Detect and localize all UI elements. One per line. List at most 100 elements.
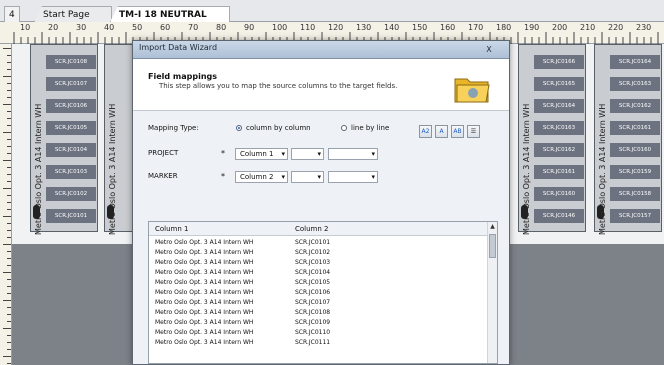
list-view-icon[interactable]: ☰ (467, 125, 480, 138)
radio-line-by-line[interactable] (341, 125, 347, 131)
grid-cell: SCR.JC0109 (295, 319, 331, 326)
label-strip[interactable]: Metro Oslo Opt. 3 A14 Intern WH SCR.JC01… (30, 44, 98, 235)
grid-cell: Metro Oslo Opt. 3 A14 Intern WH (155, 329, 254, 336)
chevron-down-icon: ▾ (317, 150, 321, 158)
label-cell[interactable]: SCR.JC0161 (534, 165, 584, 179)
label-cell[interactable]: SCR.JC0165 (534, 77, 584, 91)
label-cell[interactable]: SCR.JC0163 (610, 77, 660, 91)
chevron-down-icon: ▾ (317, 173, 321, 181)
label-strip[interactable]: Metro Oslo Opt. 3 A14 Intern WH SCR.JC01… (594, 44, 662, 235)
label-cell[interactable]: SCR.JC0146 (534, 209, 584, 223)
label-cell[interactable]: SCR.JC0106 (46, 99, 96, 113)
dialog-titlebar[interactable]: Import Data Wizard X (133, 41, 509, 59)
ruler-tick (7, 258, 11, 259)
label-cell[interactable]: SCR.JC0105 (46, 121, 96, 135)
label-cell[interactable]: SCR.JC0158 (610, 187, 660, 201)
ruler-number: 220 (608, 23, 624, 32)
grid-row[interactable]: Metro Oslo Opt. 3 A14 Intern WH SCR.JC010… (149, 309, 469, 318)
project-source-combo[interactable]: Column 1 ▾ (235, 148, 288, 160)
project-function-combo[interactable]: ▾ (291, 148, 324, 160)
required-marker: * (221, 149, 225, 158)
label-cell[interactable]: SCR.JC0162 (534, 143, 584, 157)
label-cell[interactable]: SCR.JC0162 (610, 99, 660, 113)
label-cell[interactable]: SCR.JC0107 (46, 77, 96, 91)
required-marker: * (221, 172, 225, 181)
grid-row[interactable]: Metro Oslo Opt. 3 A14 Intern WH SCR.JC010… (149, 319, 469, 328)
connector-icon (597, 205, 604, 219)
grid-row[interactable]: Metro Oslo Opt. 3 A14 Intern WH SCR.JC010… (149, 249, 469, 258)
grid-row[interactable]: Metro Oslo Opt. 3 A14 Intern WH SCR.JC011… (149, 339, 469, 348)
grid-row[interactable]: Metro Oslo Opt. 3 A14 Intern WH SCR.JC010… (149, 299, 469, 308)
grid-row[interactable]: Metro Oslo Opt. 3 A14 Intern WH SCR.JC010… (149, 279, 469, 288)
label-cell[interactable]: SCR.JC0103 (46, 165, 96, 179)
label-cell[interactable]: SCR.JC0164 (534, 99, 584, 113)
grid-cell: Metro Oslo Opt. 3 A14 Intern WH (155, 289, 254, 296)
step-description: This step allows you to map the source c… (159, 82, 398, 90)
label-sheet-right: Metro Oslo Opt. 3 A14 Intern WH SCR.JC01… (510, 44, 664, 244)
grid-row[interactable]: Metro Oslo Opt. 3 A14 Intern WH SCR.JC010… (149, 239, 469, 248)
ruler-tick (3, 188, 11, 189)
tab-start-page[interactable]: Start Page (34, 6, 112, 22)
ruler-number: 110 (300, 23, 316, 32)
label-cell[interactable]: SCR.JC0160 (534, 187, 584, 201)
mapping-type-label: Mapping Type: (148, 124, 199, 132)
grid-row[interactable]: Metro Oslo Opt. 3 A14 Intern WH SCR.JC011… (149, 329, 469, 338)
ruler-tick (7, 90, 11, 91)
auto-map-icon[interactable]: A2 (419, 125, 432, 138)
scroll-up-icon[interactable]: ▲ (489, 223, 496, 231)
tab-number[interactable]: 4 (4, 6, 20, 22)
label-cell[interactable]: SCR.JC0157 (610, 209, 660, 223)
radio-column-by-column[interactable] (236, 125, 242, 131)
grid-cell: SCR.JC0101 (295, 239, 331, 246)
ruler-tick (7, 363, 11, 364)
label-cell[interactable]: SCR.JC0104 (46, 143, 96, 157)
label-cell[interactable]: SCR.JC0160 (610, 143, 660, 157)
format-icon[interactable]: AB (451, 125, 464, 138)
grid-column-header[interactable]: Column 1 (155, 225, 189, 233)
label-cell[interactable]: SCR.JC0166 (534, 55, 584, 69)
grid-row[interactable]: Metro Oslo Opt. 3 A14 Intern WH SCR.JC010… (149, 289, 469, 298)
radio-column-label: column by column (246, 124, 311, 132)
label-cell[interactable]: SCR.JC0161 (610, 121, 660, 135)
tab-active-document[interactable]: TM-I 18 NEUTRAL WS (110, 6, 230, 22)
marker-extra-combo[interactable]: ▾ (328, 171, 378, 183)
ruler-number: 140 (384, 23, 400, 32)
label-cell[interactable]: SCR.JC0102 (46, 187, 96, 201)
label-cell[interactable]: SCR.JC0164 (610, 55, 660, 69)
grid-scrollbar[interactable]: ▲ (487, 222, 497, 363)
ruler-number: 30 (76, 23, 87, 32)
ruler-number: 20 (48, 23, 59, 32)
grid-cell: Metro Oslo Opt. 3 A14 Intern WH (155, 249, 254, 256)
font-icon[interactable]: A (435, 125, 448, 138)
scroll-thumb[interactable] (489, 234, 496, 258)
project-extra-combo[interactable]: ▾ (328, 148, 378, 160)
label-cell[interactable]: SCR.JC0163 (534, 121, 584, 135)
marker-source-combo[interactable]: Column 2 ▾ (235, 171, 288, 183)
grid-cell: SCR.JC0110 (295, 329, 331, 336)
grid-row[interactable]: Metro Oslo Opt. 3 A14 Intern WH SCR.JC010… (149, 269, 469, 278)
source-data-preview-grid[interactable]: Column 1 Column 2 Metro Oslo Opt. 3 A14 … (148, 221, 498, 364)
marker-function-combo[interactable]: ▾ (291, 171, 324, 183)
close-button[interactable]: X (479, 44, 499, 56)
grid-column-header[interactable]: Column 2 (295, 225, 329, 233)
wizard-header: Field mappings This step allows you to m… (133, 59, 509, 111)
grid-cell: SCR.JC0105 (295, 279, 331, 286)
document-tab-bar: 4 Start Page TM-I 18 NEUTRAL WS (0, 0, 664, 22)
label-cell[interactable]: SCR.JC0159 (610, 165, 660, 179)
grid-cell: Metro Oslo Opt. 3 A14 Intern WH (155, 339, 254, 346)
label-cell[interactable]: SCR.JC0101 (46, 209, 96, 223)
label-cell[interactable]: SCR.JC0108 (46, 55, 96, 69)
grid-cell: SCR.JC0104 (295, 269, 331, 276)
grid-cell: Metro Oslo Opt. 3 A14 Intern WH (155, 299, 254, 306)
ruler-number: 210 (580, 23, 596, 32)
ruler-number: 10 (20, 23, 31, 32)
ruler-tick (7, 174, 11, 175)
folder-icon (454, 78, 490, 103)
import-data-wizard-dialog: Import Data Wizard X Field mappings This… (132, 40, 510, 365)
ruler-tick (7, 167, 11, 168)
grid-row[interactable]: Metro Oslo Opt. 3 A14 Intern WH SCR.JC010… (149, 259, 469, 268)
label-strip[interactable]: Metro Oslo Opt. 3 A14 Intern WH SCR.JC01… (518, 44, 586, 235)
ruler-number: 190 (524, 23, 540, 32)
ruler-tick (7, 55, 11, 56)
ruler-tick (7, 118, 11, 119)
